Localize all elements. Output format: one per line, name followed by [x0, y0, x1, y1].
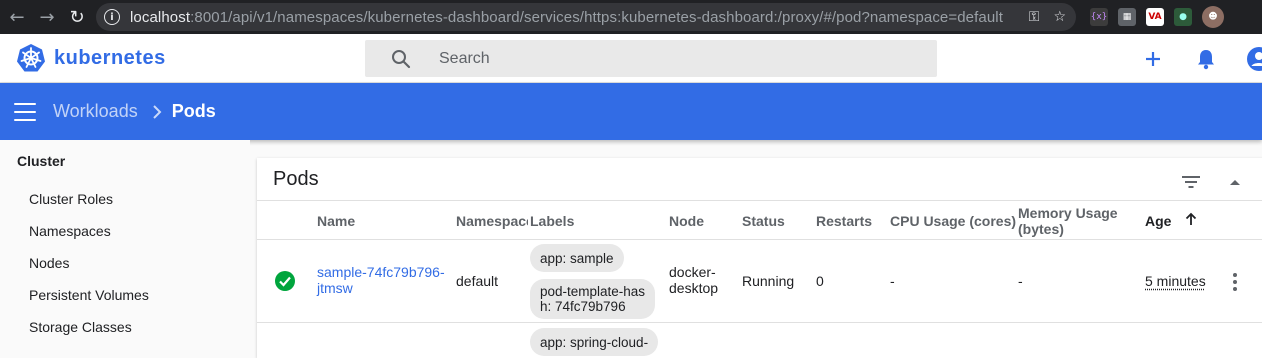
collapse-arrow-icon[interactable] — [1225, 172, 1245, 192]
account-icon[interactable] — [1246, 46, 1262, 72]
extension-icon[interactable]: {x} — [1090, 8, 1108, 26]
extension-icon[interactable]: VA — [1146, 8, 1164, 26]
extension-icon[interactable]: ● — [1174, 8, 1192, 26]
create-plus-icon[interactable] — [1140, 46, 1166, 72]
sidebar-item-storage-classes[interactable]: Storage Classes — [29, 319, 132, 335]
pod-age: 5 minutes — [1145, 273, 1206, 289]
pods-card: Pods Name Namespace Labels Node Status R… — [257, 158, 1262, 358]
card-title: Pods — [273, 168, 319, 190]
pod-node-line2: desktop — [669, 280, 719, 296]
pod-name-line2[interactable]: jtmsw — [317, 280, 353, 296]
pod-status: Running — [742, 273, 795, 289]
column-header-age[interactable]: Age — [1145, 213, 1171, 229]
more-actions-icon[interactable] — [1232, 273, 1238, 291]
table-row: sample-74fc79b796- jtmsw default app: sa… — [257, 240, 1262, 323]
breadcrumb-bar: Workloads Pods — [0, 83, 1262, 140]
hamburger-menu-icon[interactable] — [14, 102, 36, 121]
breadcrumb-workloads[interactable]: Workloads — [53, 101, 138, 122]
sidebar-section-cluster[interactable]: Cluster — [17, 153, 65, 169]
column-header-status[interactable]: Status — [742, 213, 785, 229]
pod-node-line1: docker- — [669, 264, 716, 280]
pod-namespace: default — [456, 273, 499, 289]
url-host: localhost — [130, 8, 191, 26]
key-icon[interactable]: ⚿ — [1029, 9, 1040, 25]
browser-toolbar: ← → ↻ i localhost:8001/api/v1/namespaces… — [0, 0, 1262, 34]
column-header-labels: Labels — [530, 213, 575, 229]
check-circle-icon — [275, 271, 295, 291]
table-header-row: Name Namespace Labels Node Status Restar… — [257, 200, 1262, 240]
column-header-memory-unit: (bytes) — [1018, 221, 1064, 237]
sidebar-item-persistent-volumes[interactable]: Persistent Volumes — [29, 287, 149, 303]
label-chip: pod-template-has h: 74fc79b796 — [530, 279, 656, 319]
sidebar-item-namespaces[interactable]: Namespaces — [29, 223, 111, 239]
column-header-cpu[interactable]: CPU Usage (cores) — [890, 213, 1016, 229]
label-chip-line2: h: 74fc79b796 — [540, 299, 626, 314]
label-chip: app: sample — [530, 244, 624, 272]
search-icon — [392, 49, 411, 68]
sidebar-item-cluster-roles[interactable]: Cluster Roles — [29, 191, 113, 207]
column-header-memory[interactable]: Memory Usage — [1018, 205, 1118, 221]
column-header-name[interactable]: Name — [317, 213, 355, 229]
sidebar-item-nodes[interactable]: Nodes — [29, 255, 69, 271]
label-chip: app: spring-cloud- — [530, 328, 659, 356]
filter-icon[interactable] — [1179, 170, 1203, 194]
profile-avatar-icon[interactable]: ☻ — [1202, 6, 1224, 28]
app-toolbar: kubernetes — [0, 34, 1262, 83]
kubernetes-logo[interactable]: kubernetes — [16, 43, 166, 73]
label-chip-line1: pod-template-has — [540, 284, 646, 299]
pod-node: docker- desktop — [669, 264, 718, 296]
sort-arrow-up-icon[interactable] — [1184, 211, 1198, 227]
back-arrow-icon[interactable]: ← — [2, 0, 32, 34]
kubernetes-wheel-icon — [17, 44, 45, 72]
url-text[interactable]: localhost:8001/api/v1/namespaces/kuberne… — [130, 9, 1003, 26]
forward-arrow-icon[interactable]: → — [32, 0, 62, 34]
column-header-namespace[interactable]: Namespace — [456, 213, 528, 229]
extension-icon[interactable]: ▦ — [1118, 8, 1136, 26]
search-input[interactable] — [439, 49, 839, 68]
chevron-right-icon — [152, 104, 162, 119]
pod-cpu-usage: - — [890, 273, 895, 289]
site-info-icon[interactable]: i — [104, 9, 120, 25]
search-box[interactable] — [365, 40, 937, 77]
address-bar[interactable]: i localhost:8001/api/v1/namespaces/kuber… — [96, 3, 1076, 31]
url-path: :8001/api/v1/namespaces/kubernetes-dashb… — [190, 8, 1003, 26]
column-header-node[interactable]: Node — [669, 213, 704, 229]
pod-name-line1[interactable]: sample-74fc79b796- — [317, 264, 445, 280]
logo-text: kubernetes — [54, 46, 166, 69]
pod-memory-usage: - — [1018, 273, 1023, 289]
sidebar: Cluster Cluster Roles Namespaces Nodes P… — [0, 140, 250, 342]
pod-name-link[interactable]: sample-74fc79b796- jtmsw — [317, 264, 445, 296]
column-header-restarts[interactable]: Restarts — [816, 213, 872, 229]
notifications-bell-icon[interactable] — [1193, 46, 1219, 72]
reload-icon[interactable]: ↻ — [62, 0, 92, 34]
bookmark-star-icon[interactable]: ☆ — [1053, 9, 1066, 25]
pod-restarts: 0 — [816, 273, 824, 289]
breadcrumb-pods: Pods — [171, 101, 216, 121]
